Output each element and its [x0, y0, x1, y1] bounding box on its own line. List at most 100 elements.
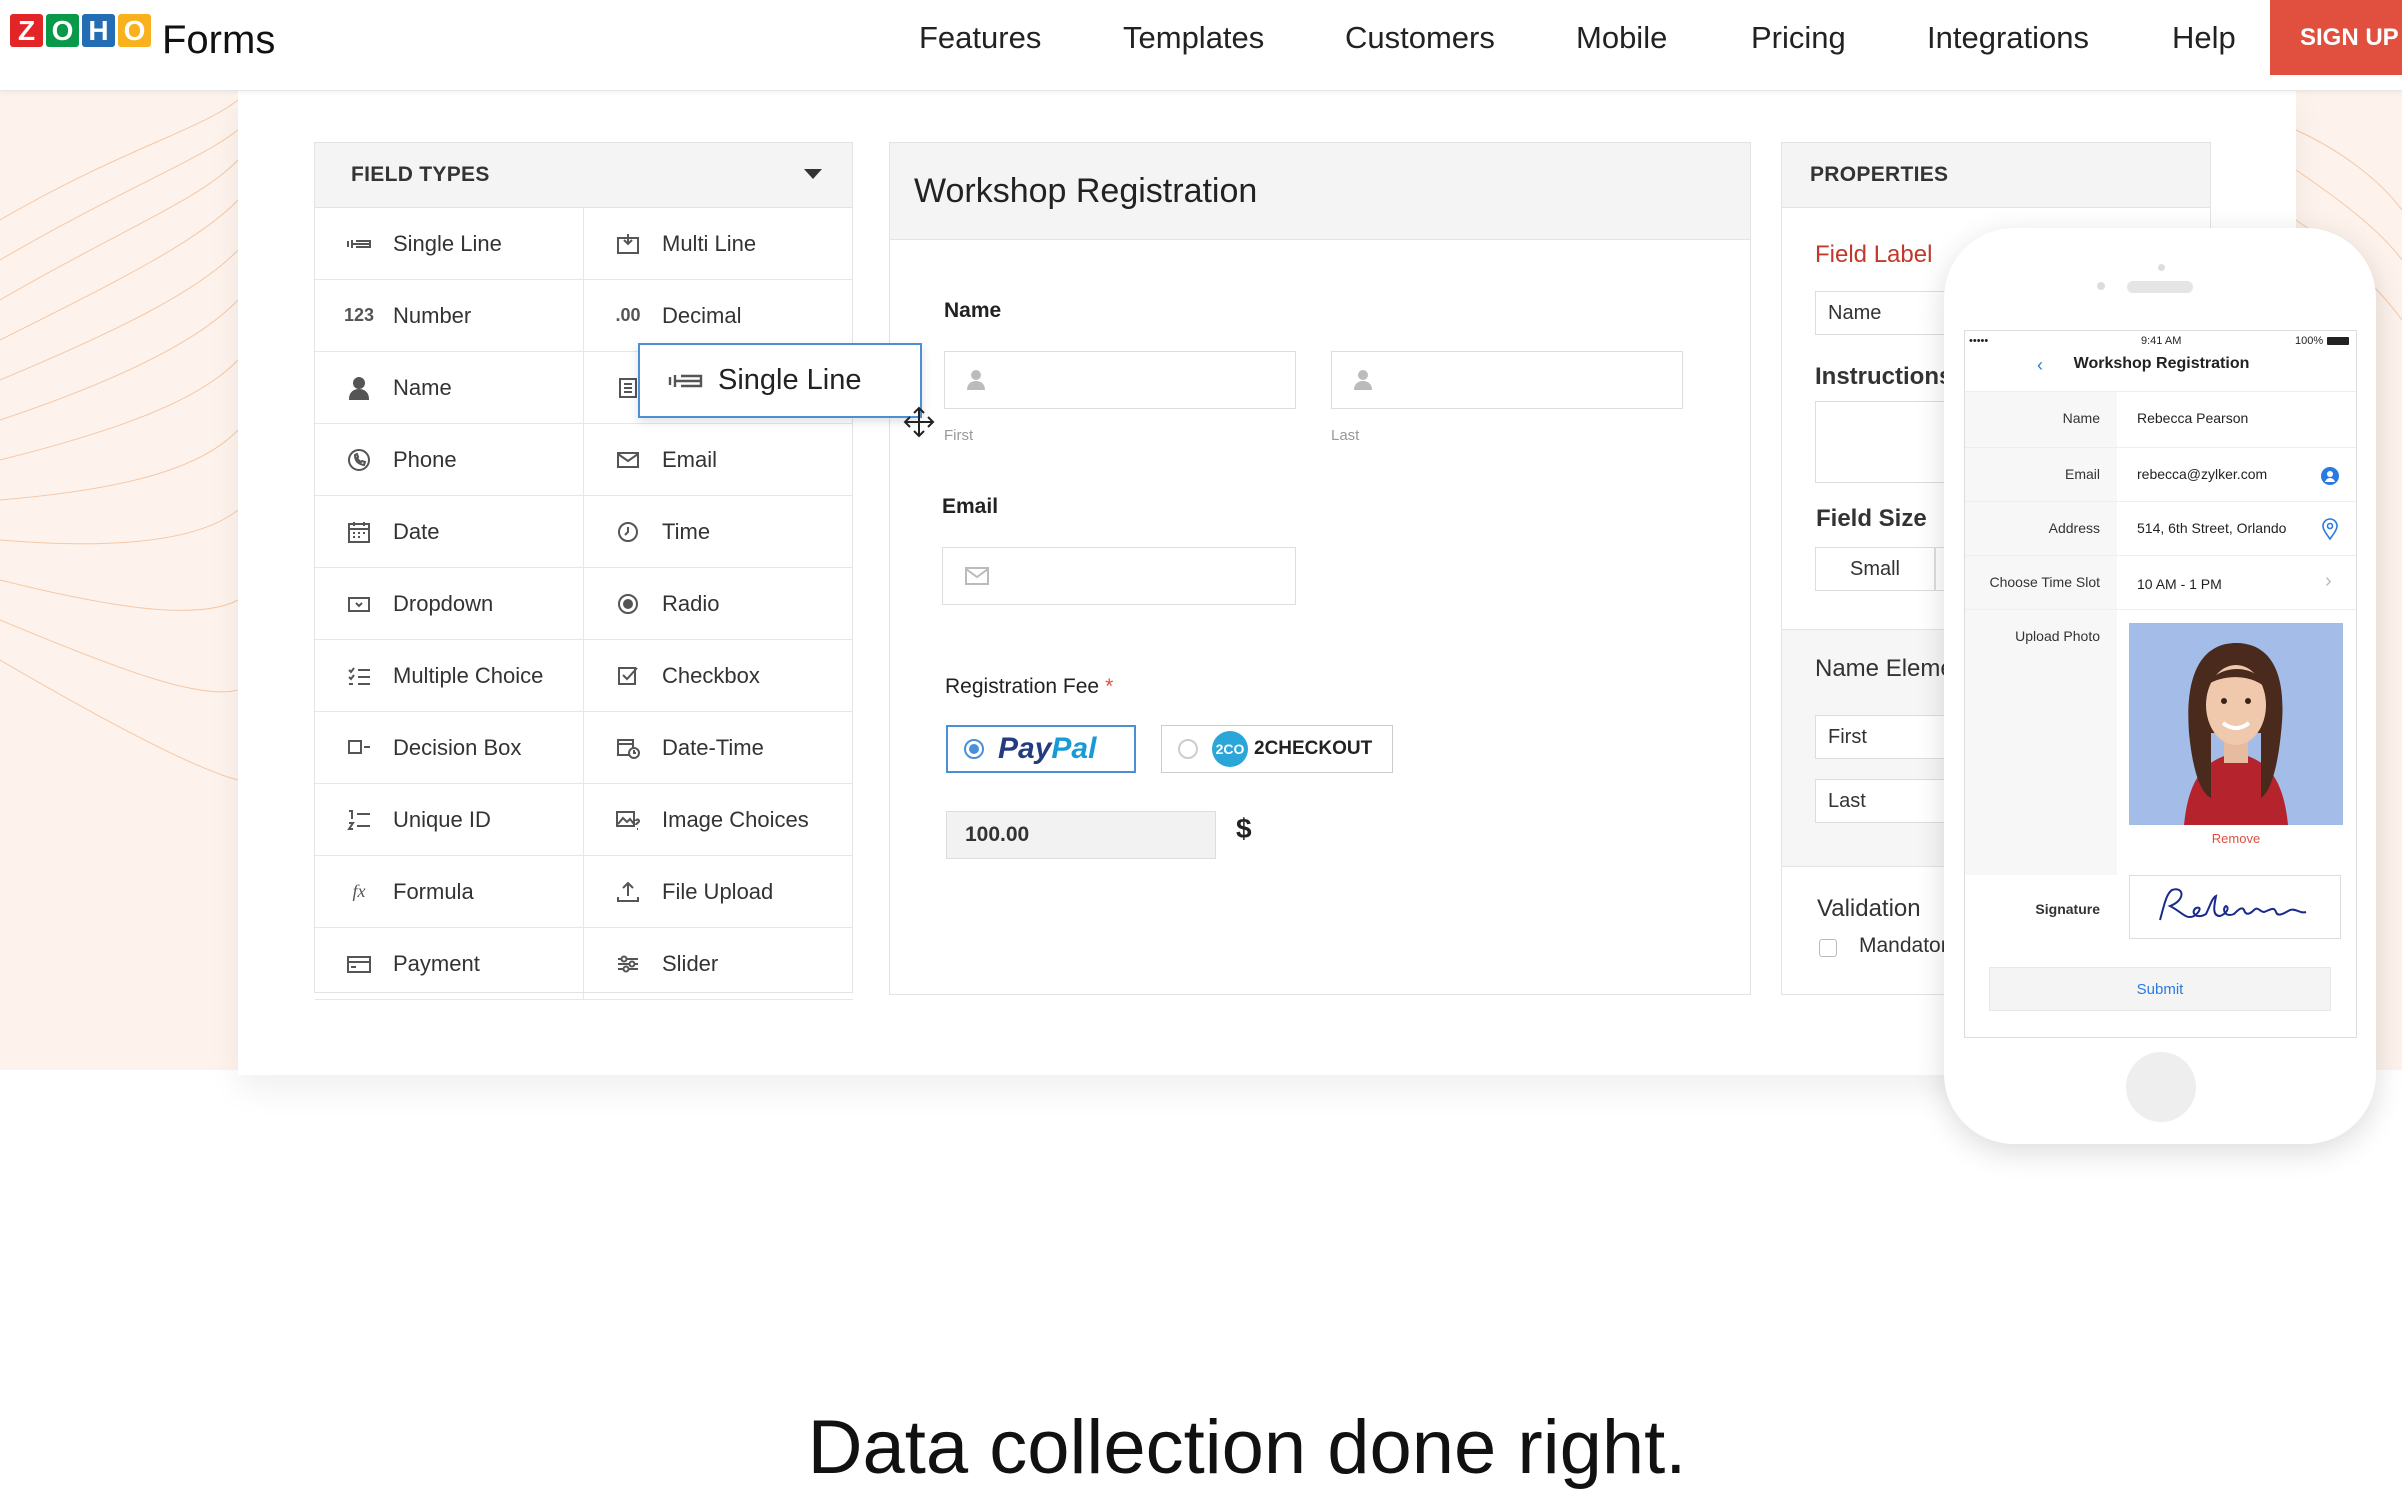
- form-title[interactable]: Workshop Registration: [890, 143, 1750, 240]
- logo-letter: O: [118, 14, 151, 47]
- caret-down-icon[interactable]: [804, 169, 822, 179]
- mobile-row-value: 514, 6th Street, Orlando: [2137, 520, 2287, 536]
- field-type-label: Name: [393, 374, 452, 400]
- nav-templates[interactable]: Templates: [1123, 20, 1264, 56]
- unique-id-icon: [345, 806, 373, 834]
- field-type-time[interactable]: Time: [584, 496, 853, 568]
- field-type-label: Phone: [393, 446, 457, 472]
- top-nav: Z O H O Forms Features Templates Custome…: [0, 0, 2402, 91]
- upload-icon: [614, 878, 642, 906]
- paypal-option[interactable]: PayPal: [946, 725, 1136, 773]
- status-time: 9:41 AM: [2141, 335, 2182, 347]
- mobile-form-title: Workshop Registration: [2073, 355, 2250, 372]
- signature-pad[interactable]: [2129, 875, 2341, 939]
- 2checkout-logo-badge: 2CO: [1212, 731, 1248, 767]
- uploaded-photo: [2129, 623, 2343, 825]
- field-type-image-choices[interactable]: Image Choices: [584, 784, 853, 856]
- hero-tagline: Data collection done right.: [807, 1405, 1687, 1490]
- signature-label: Signature: [2035, 901, 2100, 917]
- field-type-label: File Upload: [662, 878, 774, 904]
- person-icon: [1354, 370, 1372, 390]
- paypal-logo-pay: Pay: [998, 732, 1052, 765]
- field-type-multi-line[interactable]: Multi Line: [584, 208, 853, 280]
- nav-mobile[interactable]: Mobile: [1576, 20, 1667, 56]
- nav-customers[interactable]: Customers: [1345, 20, 1495, 56]
- field-type-decimal[interactable]: .00 Decimal: [584, 280, 853, 352]
- date-time-icon: [614, 734, 642, 762]
- field-type-unique-id[interactable]: Unique ID: [315, 784, 584, 856]
- phone-speaker: [2127, 281, 2193, 293]
- mobile-row-time-slot[interactable]: Choose Time Slot 10 AM - 1 PM ›: [1965, 555, 2356, 610]
- nav-pricing[interactable]: Pricing: [1751, 20, 1846, 56]
- field-type-multiple-choice[interactable]: Multiple Choice: [315, 640, 584, 712]
- properties-title: PROPERTIES: [1810, 163, 1949, 186]
- envelope-icon: [965, 567, 989, 585]
- field-type-formula[interactable]: fx Formula: [315, 856, 584, 928]
- chevron-right-icon: ›: [2325, 570, 2332, 592]
- registration-fee-label: Registration Fee *: [945, 675, 1113, 699]
- field-type-email[interactable]: Email: [584, 424, 853, 496]
- first-name-input[interactable]: [944, 351, 1296, 409]
- nav-features[interactable]: Features: [919, 20, 1041, 56]
- field-type-label: Single Line: [393, 230, 502, 256]
- multiple-choice-icon: [345, 662, 373, 690]
- field-type-decision-box[interactable]: Decision Box: [315, 712, 584, 784]
- field-type-label: Checkbox: [662, 662, 760, 688]
- number-icon: 123: [343, 305, 375, 325]
- brand-name[interactable]: Forms: [162, 18, 275, 63]
- signup-button[interactable]: SIGN UP N: [2270, 0, 2402, 75]
- field-type-label: Image Choices: [662, 806, 809, 832]
- single-line-icon: [668, 374, 703, 387]
- field-types-panel: FIELD TYPES Single Line Multi Line 123 N…: [314, 142, 853, 1000]
- mandatory-checkbox[interactable]: [1819, 939, 1837, 957]
- remove-photo-link[interactable]: Remove: [2129, 831, 2343, 846]
- contact-icon[interactable]: [2320, 466, 2340, 486]
- dragged-field-label: Single Line: [718, 364, 862, 396]
- nav-help[interactable]: Help: [2172, 20, 2236, 56]
- dragged-field-single-line[interactable]: Single Line: [638, 343, 922, 418]
- amount-input[interactable]: 100.00: [946, 811, 1216, 859]
- name-field-label: Name: [944, 299, 1002, 322]
- multi-line-icon: [614, 230, 642, 258]
- mobile-submit-button[interactable]: Submit: [1989, 967, 2331, 1011]
- field-type-label: Slider: [662, 950, 719, 976]
- mobile-row-value: rebecca@zylker.com: [2137, 466, 2268, 482]
- paypal-logo: PayPal: [998, 732, 1096, 766]
- field-type-number[interactable]: 123 Number: [315, 280, 584, 352]
- properties-header: PROPERTIES: [1782, 143, 2210, 208]
- mandatory-label: Mandator: [1859, 934, 1948, 957]
- mobile-row-address[interactable]: Address 514, 6th Street, Orlando: [1965, 501, 2356, 556]
- field-types-header[interactable]: FIELD TYPES: [315, 143, 852, 208]
- size-small-button[interactable]: Small: [1815, 547, 1935, 591]
- last-name-input[interactable]: [1331, 351, 1683, 409]
- field-type-name[interactable]: Name: [315, 352, 584, 424]
- email-input[interactable]: [942, 547, 1296, 605]
- field-type-single-line[interactable]: Single Line: [315, 208, 584, 280]
- field-type-file-upload[interactable]: File Upload: [584, 856, 853, 928]
- envelope-icon: [614, 446, 642, 474]
- mobile-row-name[interactable]: Name Rebecca Pearson: [1965, 391, 2356, 448]
- field-type-label: Email: [662, 446, 718, 472]
- image-choices-icon: [614, 806, 642, 834]
- zoho-logo[interactable]: Z O H O: [10, 14, 151, 47]
- field-type-date-time[interactable]: Date-Time: [584, 712, 853, 784]
- field-type-checkbox[interactable]: Checkbox: [584, 640, 853, 712]
- instructions-heading: Instructions: [1815, 363, 1953, 390]
- field-size-heading: Field Size: [1816, 505, 1927, 532]
- field-type-phone[interactable]: Phone: [315, 424, 584, 496]
- mobile-row-email[interactable]: Email rebecca@zylker.com: [1965, 447, 2356, 502]
- field-type-label: Decimal: [662, 302, 742, 328]
- location-pin-icon[interactable]: [2322, 518, 2338, 540]
- 2checkout-option[interactable]: 2CO 2CHECKOUT: [1161, 725, 1393, 773]
- field-type-date[interactable]: Date: [315, 496, 584, 568]
- field-type-label: Radio: [662, 590, 720, 616]
- radio-unselected-icon: [1178, 739, 1198, 759]
- field-type-radio[interactable]: Radio: [584, 568, 853, 640]
- field-type-label: Number: [393, 302, 472, 328]
- field-types-title: FIELD TYPES: [351, 163, 490, 186]
- nav-integrations[interactable]: Integrations: [1927, 20, 2089, 56]
- field-type-slider[interactable]: Slider: [584, 928, 853, 1000]
- field-type-dropdown[interactable]: Dropdown: [315, 568, 584, 640]
- field-type-payment[interactable]: Payment: [315, 928, 584, 1000]
- handwritten-signature: [2159, 888, 2307, 921]
